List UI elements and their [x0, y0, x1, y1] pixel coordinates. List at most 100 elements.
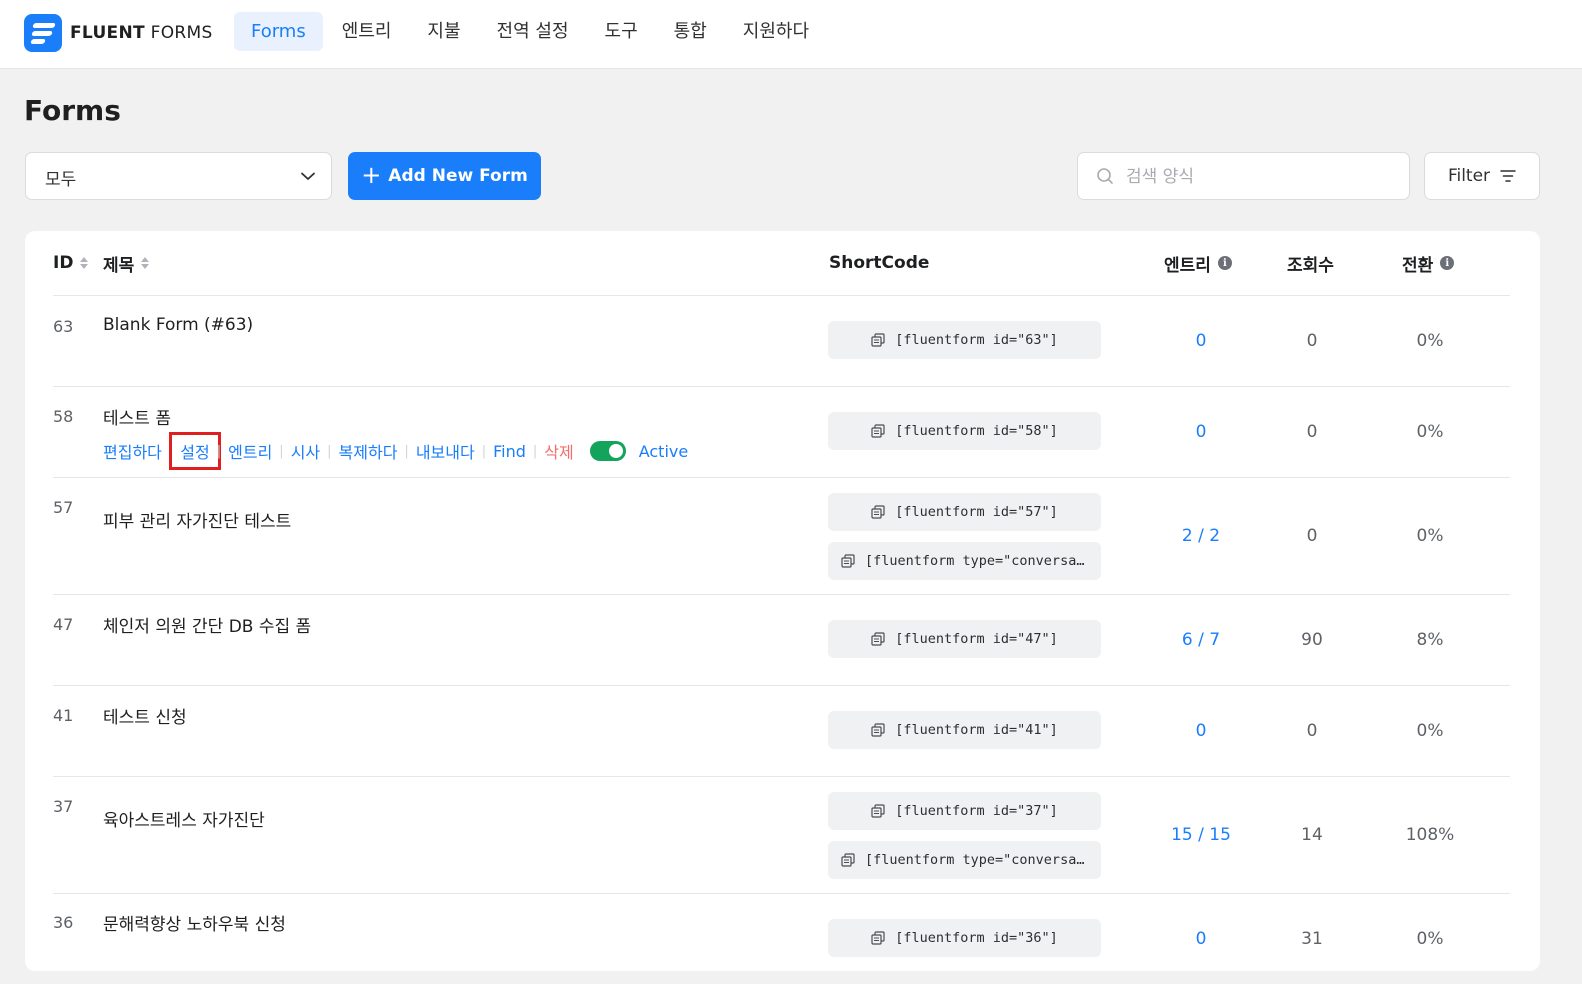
copy-icon	[871, 804, 885, 818]
column-header-title[interactable]: 제목	[103, 251, 150, 276]
table-row: 57 피부 관리 자가진단 테스트 [fluentform id="57"] […	[25, 478, 1540, 594]
entries-count[interactable]: 0	[1141, 422, 1261, 442]
form-status-toggle[interactable]	[589, 441, 626, 461]
form-title[interactable]: 문해력향상 노하우북 신청	[103, 910, 286, 935]
entries-link[interactable]: 엔트리	[228, 439, 272, 463]
form-id: 41	[53, 706, 74, 725]
shortcode-copy[interactable]: [fluentform id="41"]	[828, 711, 1101, 749]
separator: |	[404, 443, 409, 459]
form-id: 63	[53, 317, 74, 336]
shortcode-copy[interactable]: [fluentform id="63"]	[828, 321, 1101, 359]
nav-item-payments[interactable]: 지불	[410, 12, 477, 51]
preview-link[interactable]: 시사	[291, 439, 320, 463]
column-header-conversion-label: 전환	[1402, 255, 1434, 276]
table-row: 63 Blank Form (#63) [fluentform id="63"]…	[25, 296, 1540, 386]
form-title[interactable]: 체인저 의원 간단 DB 수집 폼	[103, 612, 311, 637]
column-header-shortcode-label: ShortCode	[829, 253, 930, 273]
search-icon	[1097, 168, 1113, 184]
form-title[interactable]: Blank Form (#63)	[103, 315, 253, 335]
info-icon[interactable]: i	[1440, 256, 1455, 270]
search-input[interactable]	[1124, 163, 1398, 191]
column-header-id[interactable]: ID	[53, 251, 89, 275]
filter-button[interactable]: Filter	[1424, 152, 1540, 200]
nav-item-tools[interactable]: 도구	[588, 12, 655, 51]
entries-count[interactable]: 0	[1141, 721, 1261, 741]
conversion-rate: 0%	[1416, 929, 1444, 949]
form-title[interactable]: 테스트 신청	[103, 703, 187, 728]
form-id: 58	[53, 407, 74, 426]
entries-count[interactable]: 15 / 15	[1141, 825, 1261, 845]
conversion-rate: 0%	[1416, 331, 1444, 351]
row-actions: 편집하다 | 설정 | 엔트리 | 시사 | 복제하다 | 내보내다 | Fin…	[103, 432, 688, 470]
separator: |	[327, 443, 332, 459]
delete-link[interactable]: 삭제	[544, 439, 573, 463]
column-header-views: 조회수	[1287, 251, 1334, 276]
views-count: 0	[1306, 331, 1318, 351]
column-header-entries: 엔트리 i	[1164, 251, 1232, 276]
duplicate-link[interactable]: 복제하다	[339, 439, 398, 463]
nav-item-support[interactable]: 지원하다	[726, 12, 826, 51]
conversion-rate: 0%	[1416, 526, 1444, 546]
shortcode-text: [fluentform id="58"]	[895, 423, 1058, 439]
form-id: 37	[53, 797, 74, 816]
shortcode-text: [fluentform type="conversa…	[865, 553, 1085, 569]
entries-count[interactable]: 0	[1141, 929, 1261, 949]
entries-count[interactable]: 6 / 7	[1141, 630, 1261, 650]
filter-button-label: Filter	[1447, 166, 1491, 186]
copy-icon	[871, 505, 885, 519]
filter-lines-icon	[1500, 170, 1516, 182]
page-title: Forms	[24, 94, 121, 127]
main-nav: Forms 엔트리 지불 전역 설정 도구 통합 지원하다	[234, 12, 828, 51]
shortcode-copy[interactable]: [fluentform id="57"]	[828, 493, 1101, 531]
shortcode-copy[interactable]: [fluentform id="47"]	[828, 620, 1101, 658]
copy-icon	[841, 554, 855, 568]
entries-count[interactable]: 0	[1141, 331, 1261, 351]
column-header-title-label: 제목	[103, 255, 135, 276]
conversational-shortcode-copy[interactable]: [fluentform type="conversa…	[828, 841, 1101, 879]
views-count: 0	[1306, 526, 1318, 546]
form-filter-select[interactable]: 모두	[25, 152, 332, 200]
conversion-rate: 0%	[1416, 422, 1444, 442]
export-link[interactable]: 내보내다	[416, 439, 475, 463]
conversion-rate: 0%	[1416, 721, 1444, 741]
column-header-shortcode: ShortCode	[829, 251, 929, 275]
nav-item-integrations[interactable]: 통합	[657, 12, 724, 51]
edit-link[interactable]: 편집하다	[103, 439, 162, 463]
table-row: 37 육아스트레스 자가진단 [fluentform id="37"] [flu…	[25, 777, 1540, 893]
brand[interactable]: FLUENT FORMS	[24, 14, 213, 52]
find-link[interactable]: Find	[493, 442, 526, 461]
table-row: 36 문해력향상 노하우북 신청 [fluentform id="36"] 0 …	[25, 894, 1540, 984]
shortcode-copy[interactable]: [fluentform id="36"]	[828, 919, 1101, 957]
add-new-form-button[interactable]: + Add New Form	[348, 152, 541, 200]
form-title[interactable]: 피부 관리 자가진단 테스트	[103, 507, 291, 532]
views-count: 0	[1306, 422, 1318, 442]
forms-table: ID 제목 ShortCode 엔트리 i 조회수 전환 i 63 Blank …	[25, 231, 1540, 971]
nav-item-forms[interactable]: Forms	[234, 12, 323, 51]
settings-link[interactable]: 설정	[169, 432, 221, 470]
column-header-views-label: 조회수	[1287, 255, 1334, 276]
shortcode-text: [fluentform type="conversa…	[865, 852, 1085, 868]
plus-icon: +	[361, 161, 382, 189]
copy-icon	[871, 333, 885, 347]
table-row: 58 테스트 폼 편집하다 | 설정 | 엔트리 | 시사 | 복제하다 | 내…	[25, 387, 1540, 477]
add-new-form-label: Add New Form	[388, 166, 528, 186]
brand-name: FLUENT FORMS	[70, 23, 213, 43]
shortcode-text: [fluentform id="47"]	[895, 631, 1058, 647]
copy-icon	[871, 424, 885, 438]
column-header-conversion: 전환 i	[1402, 251, 1455, 276]
shortcode-copy[interactable]: [fluentform id="58"]	[828, 412, 1101, 450]
column-header-entries-label: 엔트리	[1164, 255, 1211, 276]
shortcode-text: [fluentform id="63"]	[895, 332, 1058, 348]
conversion-rate: 8%	[1416, 630, 1444, 650]
shortcode-copy[interactable]: [fluentform id="37"]	[828, 792, 1101, 830]
fluent-forms-logo-icon	[24, 14, 62, 52]
nav-item-entries[interactable]: 엔트리	[325, 12, 409, 51]
info-icon[interactable]: i	[1217, 256, 1232, 270]
nav-item-global-settings[interactable]: 전역 설정	[480, 12, 586, 51]
form-title[interactable]: 육아스트레스 자가진단	[103, 806, 265, 831]
sort-icon	[141, 257, 150, 269]
conversational-shortcode-copy[interactable]: [fluentform type="conversa…	[828, 542, 1101, 580]
entries-count[interactable]: 2 / 2	[1141, 526, 1261, 546]
form-title[interactable]: 테스트 폼	[103, 404, 171, 429]
separator: |	[216, 443, 222, 459]
